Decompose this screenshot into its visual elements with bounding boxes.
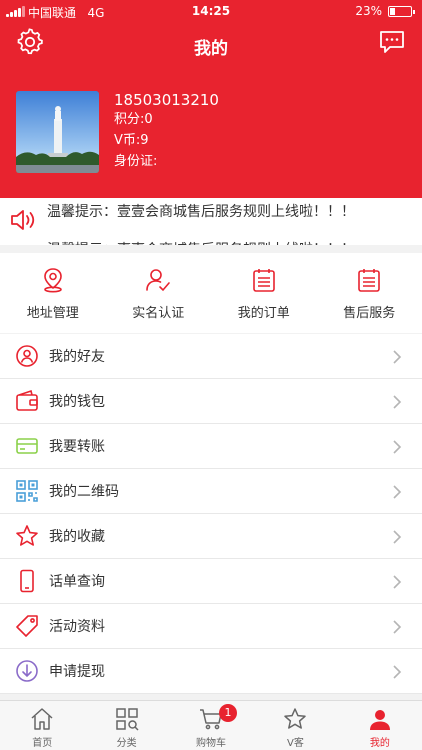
location-icon: [43, 268, 62, 293]
menu-item-qrcode[interactable]: 我的二维码: [0, 469, 422, 514]
after-sales-icon: [358, 269, 381, 292]
tab-label: 首页: [32, 738, 53, 749]
tab-cart[interactable]: 1 购物车: [169, 701, 253, 750]
tab-mine[interactable]: 我的: [338, 701, 422, 750]
chevron-right-icon: [393, 530, 402, 544]
menu-item-label: 我的好友: [49, 349, 105, 365]
tab-home[interactable]: 首页: [0, 701, 84, 750]
notice-scroll: 温馨提示：壹壹会商城售后服务规则上线啦！！！ 温馨提示：壹壹会商城售后服务规则上…: [47, 198, 422, 245]
menu-item-label: 申请提现: [49, 664, 105, 680]
bottom-tab-bar: 首页 分类 1 购物车 V客 我的: [0, 700, 422, 750]
menu-item-withdraw[interactable]: 申请提现: [0, 649, 422, 694]
message-icon[interactable]: [378, 28, 406, 56]
tag-icon: [16, 615, 38, 637]
notice-text: 温馨提示：壹壹会商城售后服务规则上线啦！！！: [47, 231, 422, 245]
withdraw-icon: [16, 660, 38, 682]
chevron-right-icon: [393, 485, 402, 499]
order-icon: [252, 269, 275, 292]
tab-label: 我的: [369, 738, 390, 749]
notice-bar[interactable]: 温馨提示：壹壹会商城售后服务规则上线啦！！！ 温馨提示：壹壹会商城售后服务规则上…: [0, 198, 422, 245]
home-icon: [31, 708, 53, 730]
wallet-icon: [16, 389, 38, 411]
points-label: 积分:0: [114, 112, 153, 127]
menu-item-label: 我要转账: [49, 439, 105, 455]
chevron-right-icon: [393, 395, 402, 409]
menu-item-favorites[interactable]: 我的收藏: [0, 514, 422, 559]
quick-action-label: 实名认证: [132, 306, 185, 321]
page-title: 我的: [194, 39, 228, 59]
chevron-right-icon: [393, 350, 402, 364]
my-page: 中国联通 4G 14:25 23% 我的 18503013210 积分:0 V币…: [0, 0, 422, 750]
menu-item-transfer[interactable]: 我要转账: [0, 424, 422, 469]
avatar[interactable]: [16, 91, 99, 173]
battery-icon: [388, 6, 415, 17]
tab-category[interactable]: 分类: [84, 701, 168, 750]
chevron-right-icon: [393, 620, 402, 634]
vcoin-label: V币:9: [114, 133, 149, 148]
menu-item-activity[interactable]: 活动资料: [0, 604, 422, 649]
vk-star-icon: [284, 708, 307, 729]
notice-text: 温馨提示：壹壹会商城售后服务规则上线啦！！！: [47, 204, 355, 220]
phone-icon: [20, 569, 34, 593]
quick-action-label: 我的订单: [237, 306, 290, 321]
after-sales-button[interactable]: 售后服务: [317, 253, 422, 333]
tab-label: 购物车: [196, 738, 227, 749]
menu-item-call-records[interactable]: 话单查询: [0, 559, 422, 604]
chevron-right-icon: [393, 440, 402, 454]
chevron-right-icon: [393, 665, 402, 679]
battery-percent: 23%: [355, 4, 382, 18]
cart-badge: 1: [219, 704, 238, 722]
menu-list: 我的好友 我的钱包 我要转账 我的二维码 我的收藏 话单查询 活动资料 申请提现: [0, 334, 422, 694]
verify-icon: [146, 269, 171, 292]
menu-item-label: 话单查询: [49, 574, 105, 590]
menu-item-label: 我的收藏: [49, 529, 105, 545]
profile-info: 18503013210 积分:0 V币:9 身份证:: [114, 91, 219, 172]
profile-header: 我的 18503013210 积分:0 V币:9 身份证:: [0, 24, 422, 198]
qrcode-icon: [16, 480, 38, 502]
real-name-verify-button[interactable]: 实名认证: [106, 253, 212, 333]
chevron-right-icon: [393, 575, 402, 589]
quick-action-label: 地址管理: [26, 306, 79, 321]
status-bar: 中国联通 4G 14:25 23%: [0, 0, 422, 24]
menu-item-wallet[interactable]: 我的钱包: [0, 379, 422, 424]
tab-vk[interactable]: V客: [253, 701, 337, 750]
address-management-button[interactable]: 地址管理: [0, 253, 106, 333]
quick-actions: 地址管理 实名认证 我的订单 售后服务: [0, 253, 422, 333]
my-orders-button[interactable]: 我的订单: [211, 253, 317, 333]
menu-item-label: 我的钱包: [49, 394, 105, 410]
star-icon: [16, 525, 38, 546]
category-icon: [115, 708, 139, 731]
phone-number: 18503013210: [114, 91, 219, 109]
friends-icon: [16, 345, 38, 367]
tab-label: V客: [287, 738, 304, 749]
menu-item-label: 活动资料: [49, 619, 105, 635]
speaker-icon: [10, 209, 38, 231]
quick-action-label: 售后服务: [343, 306, 396, 321]
transfer-card-icon: [16, 438, 38, 454]
menu-item-friends[interactable]: 我的好友: [0, 334, 422, 379]
menu-item-label: 我的二维码: [49, 484, 119, 500]
tab-label: 分类: [116, 738, 137, 749]
id-card-label: 身份证:: [114, 154, 158, 169]
profile-icon: [369, 710, 390, 730]
